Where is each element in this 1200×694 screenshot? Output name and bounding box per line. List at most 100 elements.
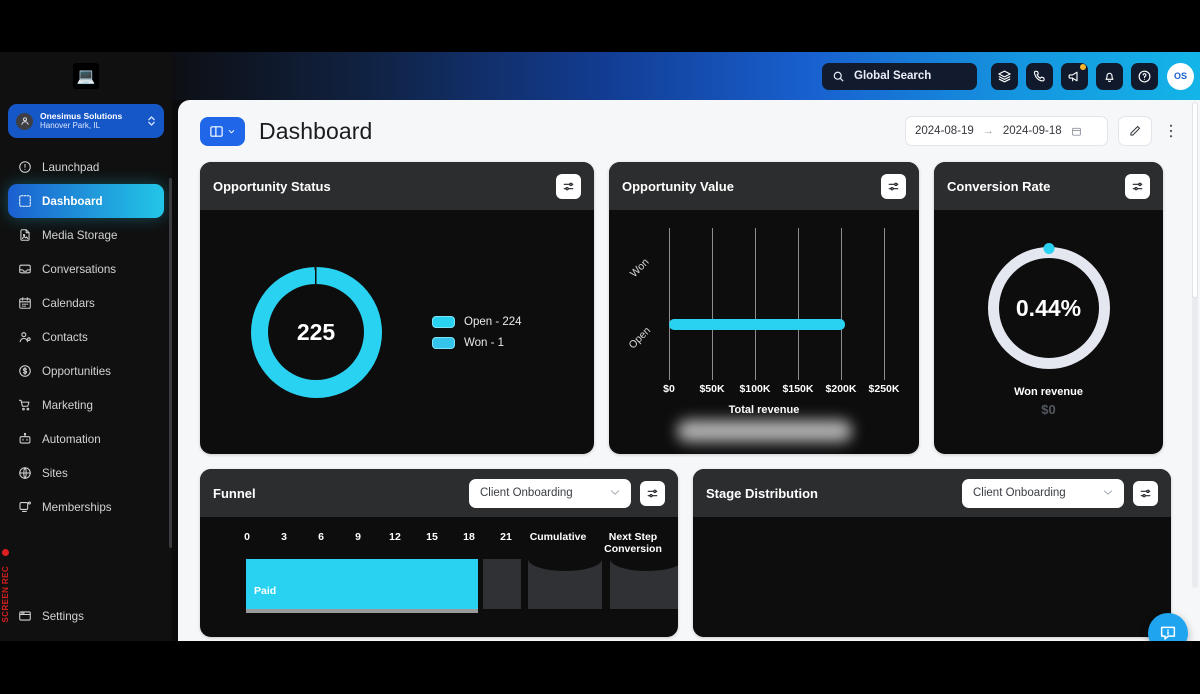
y-axis-label-won: Won bbox=[627, 256, 652, 280]
question-mark-icon bbox=[1138, 70, 1151, 82]
laptop-logo-icon: 💻 bbox=[73, 63, 99, 89]
legend-label: Open - 224 bbox=[464, 315, 522, 328]
chevron-up-down-icon bbox=[147, 114, 156, 129]
card-settings-button[interactable] bbox=[640, 480, 665, 506]
funnel-pipeline-select[interactable]: Client Onboarding bbox=[469, 478, 631, 508]
card-settings-button[interactable] bbox=[556, 173, 581, 199]
sidebar-scrollbar[interactable] bbox=[169, 178, 172, 548]
edit-dashboard-button[interactable] bbox=[1118, 116, 1152, 146]
phone-button[interactable] bbox=[1026, 62, 1053, 90]
date-range-end: 2024-09-18 bbox=[1002, 125, 1062, 137]
card-title: Conversion Rate bbox=[947, 178, 1051, 194]
x-tick: $150K bbox=[782, 383, 814, 395]
sidebar-nav: Launchpad Dashboard Media Storage Conver… bbox=[0, 148, 172, 599]
selected-pipeline: Client Onboarding bbox=[973, 487, 1066, 499]
sidebar-item-media-storage[interactable]: Media Storage bbox=[8, 218, 164, 252]
conversion-rate-gauge: 0.44% Won revenue $0 bbox=[934, 210, 1163, 454]
chevron-down-icon bbox=[610, 488, 620, 498]
sidebar-item-marketing[interactable]: Marketing bbox=[8, 388, 164, 422]
user-avatar[interactable]: OS bbox=[1167, 62, 1194, 90]
image-file-icon bbox=[17, 228, 32, 243]
announcement-button[interactable] bbox=[1061, 62, 1088, 90]
sidebar-item-label: Media Storage bbox=[42, 228, 118, 242]
x-tick: $100K bbox=[739, 383, 771, 395]
sidebar-bottom: Settings bbox=[0, 599, 172, 641]
sidebar-item-automation[interactable]: Automation bbox=[8, 422, 164, 456]
x-tick: 15 bbox=[426, 531, 438, 543]
help-button[interactable] bbox=[1131, 62, 1158, 90]
inbox-icon bbox=[17, 262, 32, 277]
funnel-bar-paid: Paid bbox=[246, 559, 478, 609]
card-settings-button[interactable] bbox=[881, 173, 906, 199]
card-opportunity-status: Opportunity Status 225 Open - 224 Won - … bbox=[200, 162, 594, 454]
search-input[interactable]: Global Search bbox=[822, 62, 977, 90]
main-scrollbar[interactable] bbox=[1192, 102, 1198, 588]
gauge-ring: 0.44% bbox=[987, 243, 1110, 369]
more-options-button[interactable] bbox=[1162, 123, 1180, 139]
sidebar-item-opportunities[interactable]: Opportunities bbox=[8, 354, 164, 388]
app-logo[interactable]: 💻 bbox=[0, 52, 172, 100]
sidebar-item-contacts[interactable]: Contacts bbox=[8, 320, 164, 354]
notification-badge bbox=[1080, 63, 1086, 70]
funnel-chart: 0 3 6 9 12 15 18 21 Cumulative Next Step… bbox=[200, 517, 678, 637]
main-scrollbar-thumb[interactable] bbox=[1192, 102, 1198, 298]
donut-legend: Open - 224 Won - 1 bbox=[432, 315, 522, 349]
sliders-settings-icon bbox=[888, 182, 899, 190]
settings-window-icon bbox=[17, 609, 32, 624]
sidebar-item-label: Memberships bbox=[42, 500, 112, 514]
page-header: Dashboard 2024-08-19 → 2024-09-18 bbox=[178, 100, 1200, 162]
funnel-x-axis: 0 3 6 9 12 15 18 21 Cumulative Next Step… bbox=[240, 531, 664, 555]
layout-switch-button[interactable] bbox=[200, 116, 245, 146]
donut-total: 225 bbox=[296, 318, 336, 345]
sliders-settings-icon bbox=[647, 489, 658, 497]
card-header: Opportunity Value bbox=[609, 162, 919, 210]
sidebar-item-memberships[interactable]: Memberships bbox=[8, 490, 164, 524]
won-revenue-value: $0 bbox=[1041, 402, 1056, 417]
contacts-icon bbox=[17, 330, 32, 345]
card-settings-button[interactable] bbox=[1133, 480, 1158, 506]
sidebar-item-conversations[interactable]: Conversations bbox=[8, 252, 164, 286]
date-range-picker[interactable]: 2024-08-19 → 2024-09-18 bbox=[905, 116, 1108, 146]
sidebar-item-dashboard[interactable]: Dashboard bbox=[8, 184, 164, 218]
notifications-button[interactable] bbox=[1096, 62, 1123, 90]
org-switcher[interactable]: Onesimus Solutions Hanover Park, IL bbox=[8, 104, 164, 138]
rocket-alert-icon bbox=[17, 160, 32, 175]
main-content: Dashboard 2024-08-19 → 2024-09-18 Opport… bbox=[178, 100, 1200, 641]
sidebar-item-calendars[interactable]: Calendars bbox=[8, 286, 164, 320]
funnel-bars: Paid bbox=[240, 559, 678, 623]
sidebar-item-settings[interactable]: Settings bbox=[8, 599, 164, 633]
sidebar-item-label: Settings bbox=[42, 609, 84, 623]
layers-button[interactable] bbox=[991, 62, 1018, 90]
x-tick: 9 bbox=[355, 531, 361, 543]
stage-pipeline-select[interactable]: Client Onboarding bbox=[962, 478, 1124, 508]
card-header: Conversion Rate bbox=[934, 162, 1163, 210]
app-window: 💻 Onesimus Solutions Hanover Park, IL La… bbox=[0, 52, 1200, 641]
gauge-progress-dot bbox=[1043, 243, 1054, 254]
dashboard-row-2: Funnel Client Onboarding 0 3 6 9 12 15 1… bbox=[178, 469, 1200, 637]
x-tick: 0 bbox=[244, 531, 250, 543]
sidebar-item-label: Opportunities bbox=[42, 364, 111, 378]
opportunity-value-chart: Won Open $0 $50K $100K $150K $200K $250K bbox=[609, 210, 919, 454]
calendar-icon bbox=[1071, 127, 1081, 136]
cumulative-block bbox=[528, 559, 602, 609]
recording-indicator: SCREEN REC bbox=[0, 549, 11, 639]
sidebar-item-label: Automation bbox=[42, 432, 101, 446]
sidebar-item-sites[interactable]: Sites bbox=[8, 456, 164, 490]
page-header-actions: 2024-08-19 → 2024-09-18 bbox=[905, 116, 1180, 146]
won-revenue-label: Won revenue bbox=[1014, 386, 1083, 398]
funnel-remainder-block bbox=[483, 559, 521, 609]
card-settings-button[interactable] bbox=[1125, 173, 1150, 199]
sidebar-item-label: Marketing bbox=[42, 398, 93, 412]
card-title: Opportunity Value bbox=[622, 178, 734, 194]
legend-item: Won - 1 bbox=[432, 336, 522, 349]
card-header: Stage Distribution Client Onboarding bbox=[693, 469, 1171, 517]
bar-plot-area: Won Open bbox=[627, 228, 905, 380]
phone-icon bbox=[1033, 70, 1045, 81]
sidebar-item-launchpad[interactable]: Launchpad bbox=[8, 150, 164, 184]
sliders-settings-icon bbox=[563, 182, 574, 190]
card-title: Stage Distribution bbox=[706, 485, 818, 501]
org-name: Onesimus Solutions bbox=[40, 111, 123, 121]
recording-label: SCREEN REC bbox=[1, 565, 10, 623]
x-tick: 3 bbox=[281, 531, 287, 543]
card-opportunity-value: Opportunity Value Won Open $0 $50K $100K… bbox=[609, 162, 919, 454]
